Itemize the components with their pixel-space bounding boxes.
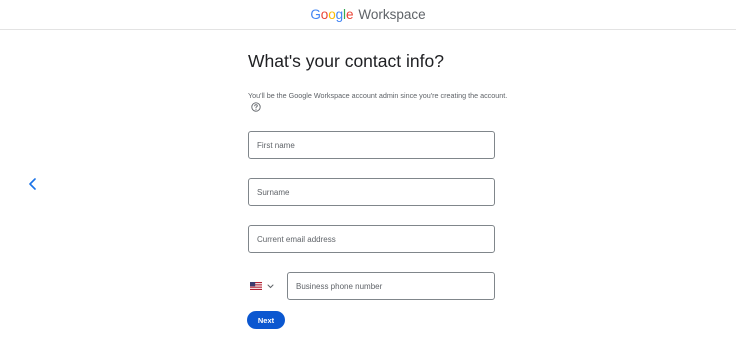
back-button[interactable] bbox=[24, 175, 42, 193]
phone-input[interactable] bbox=[296, 281, 494, 291]
us-flag-icon bbox=[250, 282, 262, 290]
email-field[interactable] bbox=[248, 225, 495, 253]
page-title: What's your contact info? bbox=[248, 51, 444, 71]
phone-field[interactable] bbox=[287, 272, 495, 300]
chevron-left-icon bbox=[29, 178, 36, 190]
logo-letter: G bbox=[310, 7, 321, 22]
country-code-select[interactable] bbox=[250, 279, 275, 293]
logo-letter: g bbox=[335, 7, 344, 22]
email-input[interactable] bbox=[257, 234, 494, 244]
next-button[interactable]: Next bbox=[247, 311, 285, 329]
first-name-input[interactable] bbox=[257, 140, 494, 150]
surname-field[interactable] bbox=[248, 178, 495, 206]
logo-letter: e bbox=[345, 7, 354, 22]
page-subtitle: You'll be the Google Workspace account a… bbox=[248, 91, 508, 112]
top-header: Google Workspace bbox=[0, 0, 736, 30]
question-circle-icon[interactable] bbox=[251, 101, 261, 112]
first-name-field[interactable] bbox=[248, 131, 495, 159]
surname-input[interactable] bbox=[257, 187, 494, 197]
google-wordmark: Google bbox=[310, 7, 353, 22]
google-workspace-logo: Google Workspace bbox=[310, 7, 425, 22]
chevron-down-icon bbox=[267, 282, 275, 290]
workspace-wordmark: Workspace bbox=[358, 7, 426, 22]
logo-letter: o bbox=[328, 7, 336, 22]
subtitle-text: You'll be the Google Workspace account a… bbox=[248, 91, 508, 100]
